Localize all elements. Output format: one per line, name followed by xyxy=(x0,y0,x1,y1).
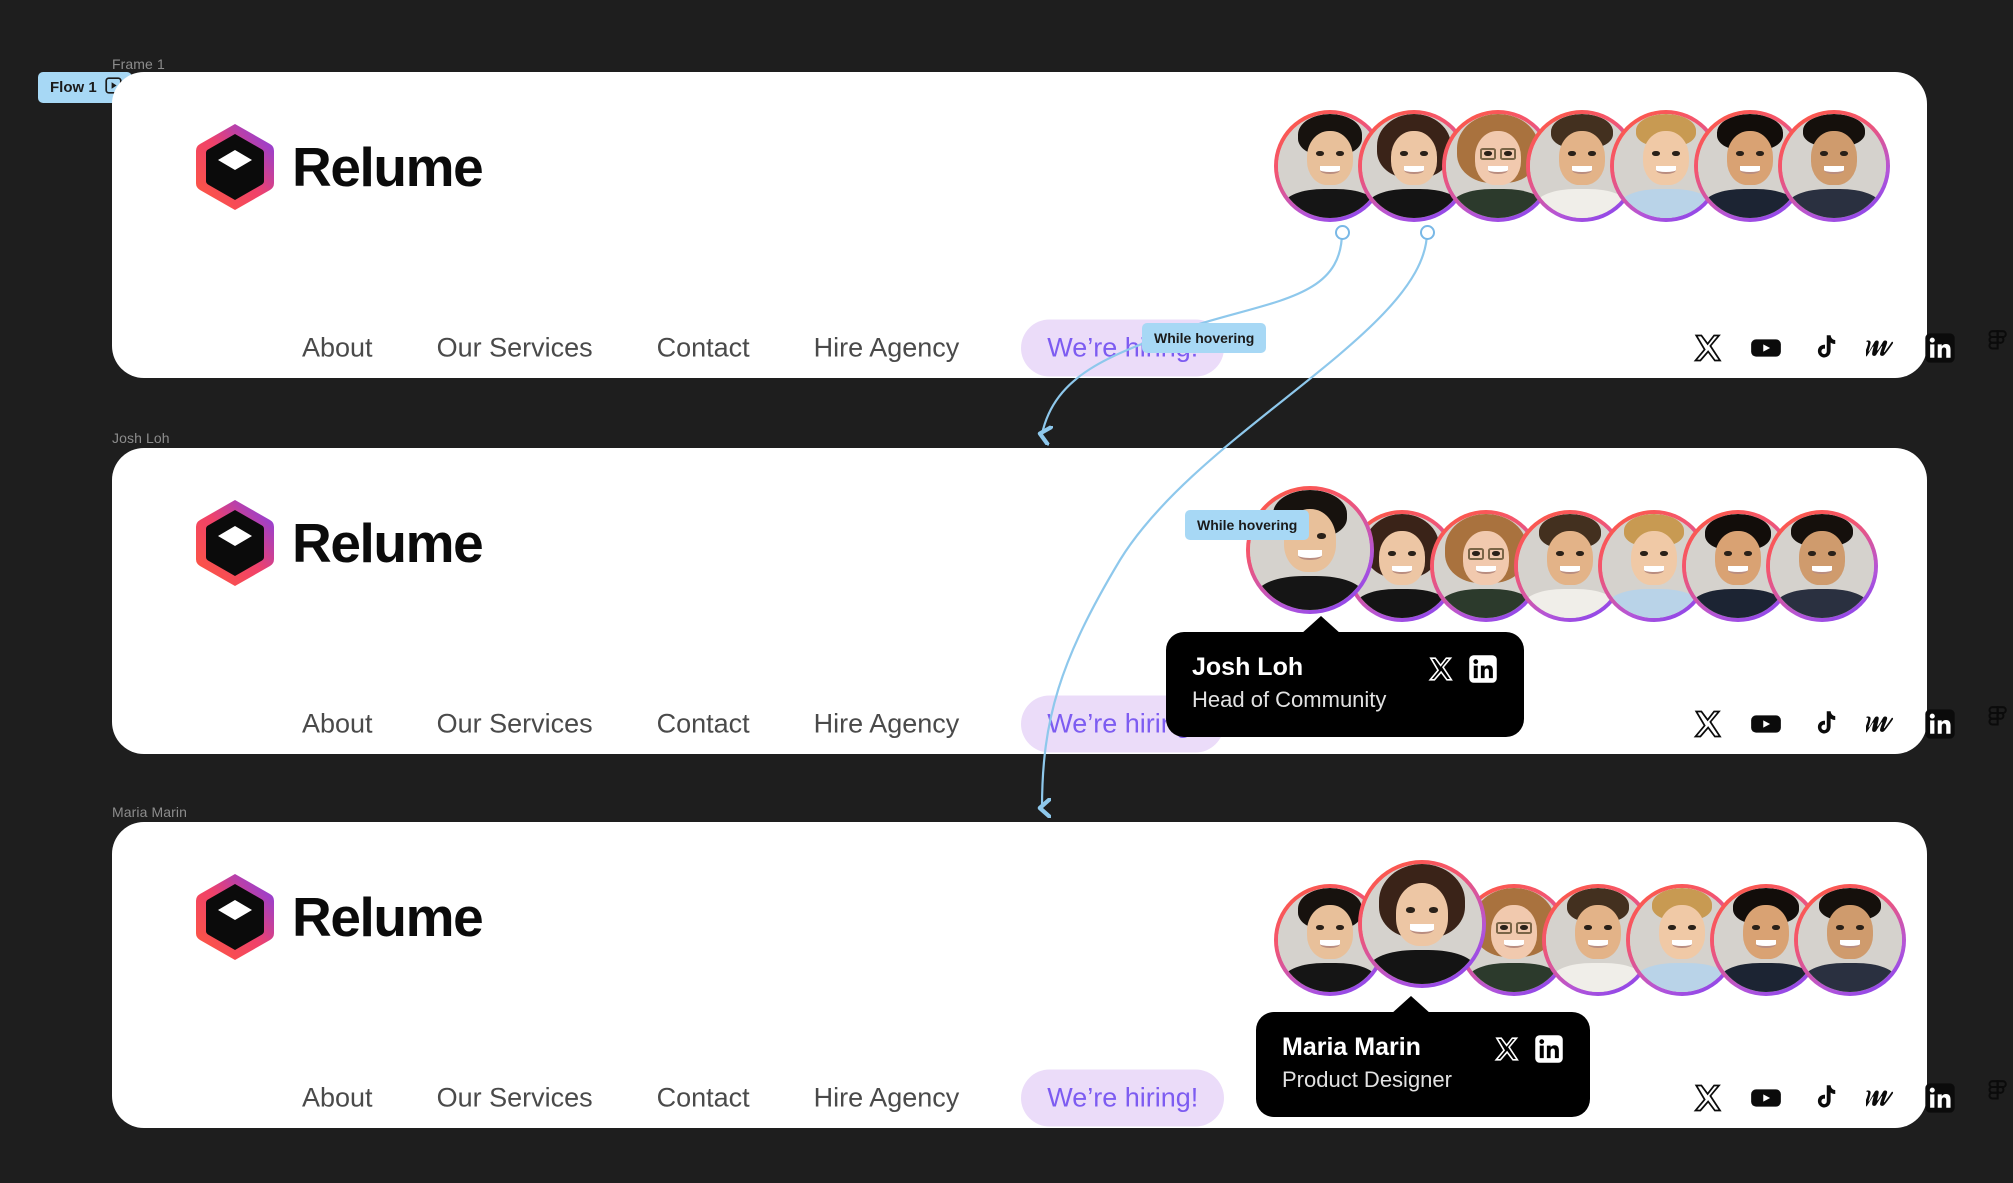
linkedin-icon[interactable] xyxy=(1924,1082,1956,1114)
brand-logo-link[interactable]: Relume xyxy=(194,122,484,212)
team-avatar[interactable] xyxy=(1778,110,1890,222)
avatar-photo xyxy=(1770,514,1874,618)
webflow-icon[interactable] xyxy=(1866,332,1898,364)
webflow-icon[interactable] xyxy=(1866,708,1898,740)
tooltip-name: Josh Loh xyxy=(1192,653,1304,681)
connector-handle-2[interactable] xyxy=(1420,225,1435,240)
hover-annotation-1: While hovering xyxy=(1142,323,1267,353)
youtube-icon[interactable] xyxy=(1750,708,1782,740)
team-avatar[interactable] xyxy=(1766,510,1878,622)
team-avatar[interactable] xyxy=(1794,884,1906,996)
tooltip-socials xyxy=(1428,652,1498,689)
hover-annotation-2: While hovering xyxy=(1185,510,1310,540)
brand-name: Relume xyxy=(292,135,484,198)
team-tooltip-josh-loh: Josh Loh Head of Community xyxy=(1166,616,1525,737)
relume-hexagon-cube-logo xyxy=(194,872,276,962)
team-tooltip-maria-marin: Maria Marin Product Designer xyxy=(1256,996,1590,1117)
team-avatar[interactable] xyxy=(1358,860,1486,988)
team-avatar-row xyxy=(1246,486,1878,622)
relume-hexagon-cube-logo xyxy=(194,498,276,588)
nav-link-about[interactable]: About xyxy=(302,333,405,364)
linkedin-icon[interactable] xyxy=(1924,708,1956,740)
nav-link-about[interactable]: About xyxy=(302,709,405,740)
nav-link-contact[interactable]: Contact xyxy=(625,709,782,740)
avatar-photo xyxy=(1250,490,1370,610)
nav-link-our-services[interactable]: Our Services xyxy=(405,1083,625,1114)
x-twitter-icon[interactable] xyxy=(1692,332,1724,364)
primary-nav: About Our Services Contact Hire Agency W… xyxy=(302,695,1225,753)
relume-hexagon-cube-logo xyxy=(194,122,276,212)
primary-nav: About Our Services Contact Hire Agency W… xyxy=(302,1069,1225,1127)
team-avatar-row xyxy=(1274,110,1890,222)
figma-icon[interactable] xyxy=(1982,330,2013,364)
tooltip-role: Head of Community xyxy=(1192,687,1387,713)
figma-icon[interactable] xyxy=(1982,1080,2013,1114)
nav-link-hire-agency[interactable]: Hire Agency xyxy=(782,333,992,364)
brand-name: Relume xyxy=(292,511,484,574)
x-twitter-icon[interactable] xyxy=(1494,1036,1520,1067)
team-avatar-row xyxy=(1274,860,1906,996)
linkedin-icon[interactable] xyxy=(1924,332,1956,364)
avatar-photo xyxy=(1362,864,1482,984)
social-links xyxy=(1692,1080,2013,1114)
avatar-photo xyxy=(1798,888,1902,992)
nav-link-our-services[interactable]: Our Services xyxy=(405,709,625,740)
social-links xyxy=(1692,330,2013,364)
youtube-icon[interactable] xyxy=(1750,332,1782,364)
avatar-photo xyxy=(1782,114,1886,218)
brand-logo-link[interactable]: Relume xyxy=(194,872,484,962)
team-avatar[interactable] xyxy=(1246,486,1374,614)
primary-nav: About Our Services Contact Hire Agency W… xyxy=(302,319,1225,377)
flow-badge-label: Flow 1 xyxy=(50,79,97,96)
nav-link-our-services[interactable]: Our Services xyxy=(405,333,625,364)
tiktok-icon[interactable] xyxy=(1808,708,1840,740)
social-links xyxy=(1692,706,2013,740)
navbar-card-josh-hover: Relume About Our Services Contact Hire A… xyxy=(112,448,2007,754)
tooltip-arrow-icon xyxy=(1301,616,1341,634)
tiktok-icon[interactable] xyxy=(1808,332,1840,364)
x-twitter-icon[interactable] xyxy=(1692,1082,1724,1114)
linkedin-icon[interactable] xyxy=(1534,1034,1564,1069)
tooltip-name: Maria Marin xyxy=(1282,1033,1421,1061)
tooltip-socials xyxy=(1494,1032,1564,1069)
navbar-card-default: Relume About Our Services Contact Hire A… xyxy=(112,72,2007,378)
nav-link-contact[interactable]: Contact xyxy=(625,333,782,364)
figma-icon[interactable] xyxy=(1982,706,2013,740)
nav-link-hire-agency[interactable]: Hire Agency xyxy=(782,1083,992,1114)
nav-link-about[interactable]: About xyxy=(302,1083,405,1114)
nav-cta-were-hiring[interactable]: We’re hiring! xyxy=(1021,1069,1225,1127)
frame-label-3[interactable]: Maria Marin xyxy=(112,804,187,820)
tooltip-role: Product Designer xyxy=(1282,1067,1452,1093)
tiktok-icon[interactable] xyxy=(1808,1082,1840,1114)
figma-canvas: Frame 1 Josh Loh Maria Marin Flow 1 Whil… xyxy=(0,0,2013,1183)
tooltip-arrow-icon xyxy=(1391,996,1431,1014)
x-twitter-icon[interactable] xyxy=(1692,708,1724,740)
webflow-icon[interactable] xyxy=(1866,1082,1898,1114)
nav-link-contact[interactable]: Contact xyxy=(625,1083,782,1114)
youtube-icon[interactable] xyxy=(1750,1082,1782,1114)
frame-label-1[interactable]: Frame 1 xyxy=(112,56,165,72)
connector-handle-1[interactable] xyxy=(1335,225,1350,240)
brand-name: Relume xyxy=(292,885,484,948)
nav-link-hire-agency[interactable]: Hire Agency xyxy=(782,709,992,740)
linkedin-icon[interactable] xyxy=(1468,654,1498,689)
navbar-card-maria-hover: Relume About Our Services Contact Hire A… xyxy=(112,822,2007,1128)
brand-logo-link[interactable]: Relume xyxy=(194,498,484,588)
frame-label-2[interactable]: Josh Loh xyxy=(112,430,170,446)
x-twitter-icon[interactable] xyxy=(1428,656,1454,687)
